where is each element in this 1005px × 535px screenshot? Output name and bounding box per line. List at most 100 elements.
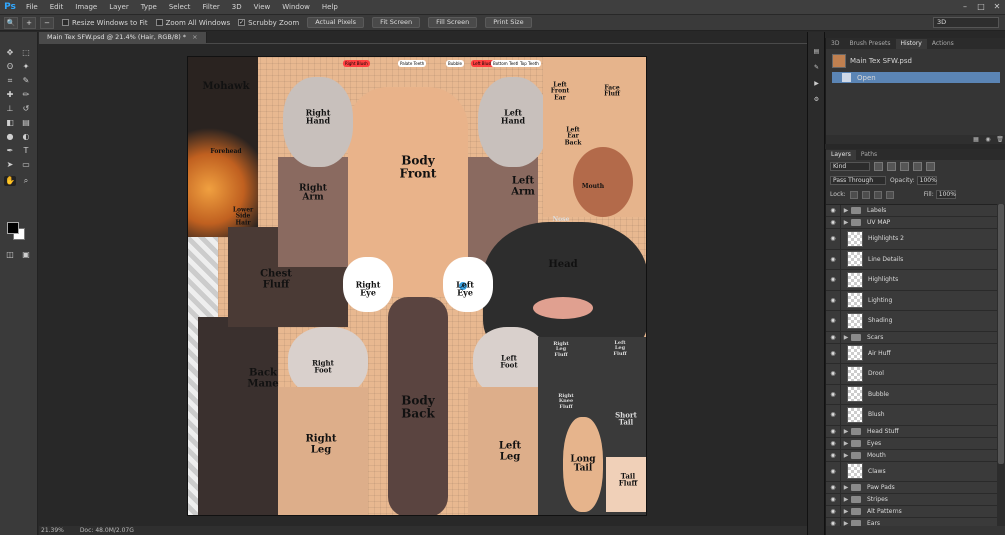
visibility-eye-icon[interactable]: ◉ xyxy=(826,496,840,503)
history-state-open[interactable]: Open xyxy=(832,72,1000,83)
gradient-tool-icon[interactable]: ▤ xyxy=(20,118,32,128)
hand-tool-icon[interactable]: ✋ xyxy=(4,176,16,186)
zoom-tool-icon[interactable]: 🔍 xyxy=(4,16,18,29)
visibility-eye-icon[interactable]: ◉ xyxy=(826,484,840,491)
expand-group-icon[interactable]: ▶ xyxy=(841,496,851,503)
zoom-all-windows-checkbox[interactable]: Zoom All Windows xyxy=(155,19,230,27)
actual-pixels-button[interactable]: Actual Pixels xyxy=(307,17,365,28)
workspace-select[interactable]: 3D xyxy=(933,17,999,28)
close-tab-icon[interactable]: × xyxy=(192,33,197,41)
expand-group-icon[interactable]: ▶ xyxy=(841,520,851,526)
history-panel-icon[interactable]: ▤ xyxy=(811,46,822,57)
marquee-tool-icon[interactable]: ⬚ xyxy=(20,48,32,58)
zoom-readout[interactable]: 21.39% xyxy=(41,527,64,534)
document-tab[interactable]: Main Tex SFW.psd @ 21.4% (Hair, RGB/8) *… xyxy=(39,32,207,43)
lock-transparent-icon[interactable] xyxy=(849,190,858,199)
expand-group-icon[interactable]: ▶ xyxy=(841,428,851,435)
history-brush-tool-icon[interactable]: ↺ xyxy=(20,104,32,114)
new-document-from-state-icon[interactable]: ▦ xyxy=(970,135,982,144)
tab-actions[interactable]: Actions xyxy=(927,39,959,49)
visibility-eye-icon[interactable]: ◉ xyxy=(826,440,840,447)
adjustment-filter-icon[interactable] xyxy=(887,162,896,171)
visibility-eye-icon[interactable]: ◉ xyxy=(826,207,840,214)
eyedropper-tool-icon[interactable]: ✎ xyxy=(20,76,32,86)
quick-mask-icon[interactable]: ◫ xyxy=(4,250,16,260)
properties-panel-icon[interactable]: ⚙ xyxy=(811,94,822,105)
expand-group-icon[interactable]: ▶ xyxy=(841,219,851,226)
lock-image-icon[interactable] xyxy=(861,190,870,199)
opacity-input[interactable]: 100% xyxy=(916,176,937,185)
visibility-eye-icon[interactable]: ◉ xyxy=(826,317,840,324)
zoom-out-icon[interactable]: − xyxy=(40,16,54,29)
fill-screen-button[interactable]: Fill Screen xyxy=(428,17,478,28)
visibility-eye-icon[interactable]: ◉ xyxy=(826,468,840,475)
type-tool-icon[interactable]: T xyxy=(20,146,32,156)
tab-history[interactable]: History xyxy=(895,39,927,49)
menu-image[interactable]: Image xyxy=(69,0,103,14)
visibility-eye-icon[interactable]: ◉ xyxy=(826,452,840,459)
visibility-eye-icon[interactable]: ◉ xyxy=(826,508,840,515)
visibility-eye-icon[interactable]: ◉ xyxy=(826,219,840,226)
tab-paths[interactable]: Paths xyxy=(856,150,882,160)
pixel-filter-icon[interactable] xyxy=(874,162,883,171)
layer-row[interactable]: ◉ ▶ Head Stuff xyxy=(826,425,998,438)
visibility-eye-icon[interactable]: ◉ xyxy=(826,297,840,304)
menu-type[interactable]: Type xyxy=(135,0,163,14)
layer-row[interactable]: ◉ ▶ UV MAP xyxy=(826,217,998,229)
visibility-eye-icon[interactable]: ◉ xyxy=(826,520,840,526)
blur-tool-icon[interactable]: ● xyxy=(4,132,16,142)
layer-row[interactable]: ◉ ▶ Stripes xyxy=(826,494,998,506)
brush-panel-icon[interactable]: ✎ xyxy=(811,62,822,73)
visibility-eye-icon[interactable]: ◉ xyxy=(826,370,840,377)
shape-filter-icon[interactable] xyxy=(913,162,922,171)
menu-window[interactable]: Window xyxy=(276,0,316,14)
menu-select[interactable]: Select xyxy=(163,0,197,14)
smart-object-filter-icon[interactable] xyxy=(926,162,935,171)
expand-group-icon[interactable]: ▶ xyxy=(841,440,851,447)
menu-3d[interactable]: 3D xyxy=(226,0,248,14)
trash-icon[interactable]: 🗑 xyxy=(994,135,1005,144)
history-snapshot[interactable]: Main Tex SFW.psd xyxy=(832,53,1002,69)
visibility-eye-icon[interactable]: ◉ xyxy=(826,411,840,418)
menu-view[interactable]: View xyxy=(248,0,277,14)
layers-scrollbar[interactable] xyxy=(997,204,1005,526)
layer-row[interactable]: ◉ Blush xyxy=(826,405,998,426)
type-filter-icon[interactable] xyxy=(900,162,909,171)
fill-input[interactable]: 100% xyxy=(935,190,956,199)
camera-icon[interactable]: ◉ xyxy=(982,135,994,144)
layer-row[interactable]: ◉ Lighting xyxy=(826,290,998,311)
layer-row[interactable]: ◉ Shading xyxy=(826,311,998,332)
minimize-button[interactable]: – xyxy=(957,0,973,14)
clone-stamp-tool-icon[interactable]: ⊥ xyxy=(4,104,16,114)
menu-help[interactable]: Help xyxy=(316,0,344,14)
visibility-eye-icon[interactable]: ◉ xyxy=(826,428,840,435)
lock-all-icon[interactable] xyxy=(885,190,894,199)
resize-windows-checkbox[interactable]: Resize Windows to Fit xyxy=(62,19,148,27)
pen-tool-icon[interactable]: ✒ xyxy=(4,146,16,156)
menu-filter[interactable]: Filter xyxy=(196,0,225,14)
layer-row[interactable]: ◉ ▶ Ears xyxy=(826,518,998,526)
layer-row[interactable]: ◉ ▶ Mouth xyxy=(826,449,998,462)
eraser-tool-icon[interactable]: ◧ xyxy=(4,118,16,128)
actions-panel-icon[interactable]: ▶ xyxy=(811,78,822,89)
visibility-eye-icon[interactable]: ◉ xyxy=(826,256,840,263)
move-tool-icon[interactable]: ✥ xyxy=(4,48,16,58)
visibility-eye-icon[interactable]: ◉ xyxy=(826,334,840,341)
expand-group-icon[interactable]: ▶ xyxy=(841,508,851,515)
shape-tool-icon[interactable]: ▭ xyxy=(20,160,32,170)
tab-brush-presets[interactable]: Brush Presets xyxy=(844,39,895,49)
visibility-eye-icon[interactable]: ◉ xyxy=(826,276,840,283)
visibility-eye-icon[interactable]: ◉ xyxy=(826,350,840,357)
expand-group-icon[interactable]: ▶ xyxy=(841,334,851,341)
dodge-tool-icon[interactable]: ◐ xyxy=(20,132,32,142)
layer-row[interactable]: ◉ Drool xyxy=(826,364,998,385)
texture-canvas[interactable]: Right Blush Palate Teeth Bubble Left Blu… xyxy=(187,56,647,516)
layer-row[interactable]: ◉ ▶ Paw Pads xyxy=(826,482,998,494)
layer-row[interactable]: ◉ Bubble xyxy=(826,384,998,405)
layer-row[interactable]: ◉ Highlights 2 xyxy=(826,229,998,250)
menu-edit[interactable]: Edit xyxy=(44,0,70,14)
layer-row[interactable]: ◉ ▶ Eyes xyxy=(826,437,998,450)
layer-row[interactable]: ◉ Air Huff xyxy=(826,343,998,364)
zoom-in-icon[interactable]: + xyxy=(22,16,36,29)
close-button[interactable]: ✕ xyxy=(989,0,1005,14)
